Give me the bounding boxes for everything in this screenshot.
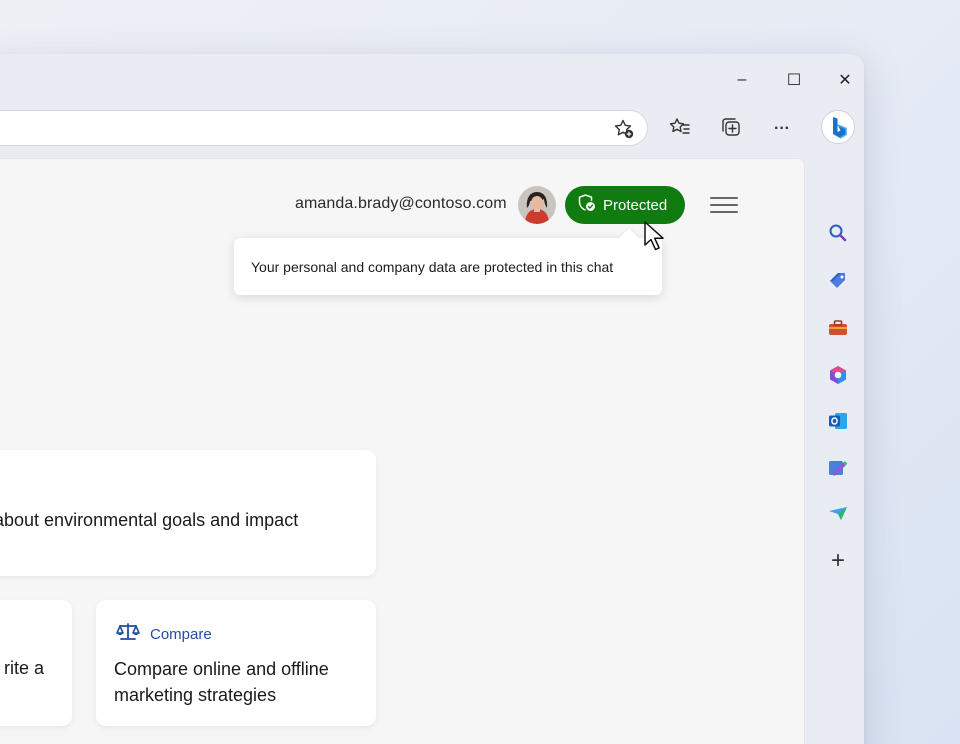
edge-sidebar: + [812, 158, 864, 744]
protected-label: Protected [603, 196, 668, 214]
mouse-pointer-icon [643, 220, 667, 257]
shopping-tag-icon[interactable] [825, 268, 851, 294]
favorites-button[interactable] [665, 114, 695, 144]
suggestion-text: s about environmental goals and impact [0, 510, 299, 530]
close-button[interactable]: ✕ [831, 68, 859, 92]
card-category: Compare [116, 622, 212, 646]
drop-icon[interactable] [825, 455, 851, 481]
suggestion-text: Compare online and offline marketing str… [114, 659, 329, 705]
send-icon[interactable] [825, 501, 851, 527]
maximize-icon: ☐ [786, 72, 802, 89]
scale-icon [116, 622, 140, 646]
suggestion-card[interactable]: s about environmental goals and impact [0, 450, 376, 576]
collections-button[interactable] [716, 114, 746, 144]
search-icon[interactable] [825, 220, 851, 246]
bing-copilot-icon [820, 109, 856, 150]
suggestion-card[interactable]: rite a [0, 600, 72, 726]
avatar[interactable] [518, 186, 556, 224]
shield-check-icon [577, 193, 597, 217]
card-category-label: Compare [150, 625, 212, 643]
tools-icon[interactable] [825, 315, 851, 341]
collections-icon [720, 116, 742, 143]
add-favorite-icon[interactable] [613, 118, 635, 145]
protected-badge[interactable]: Protected [565, 186, 685, 224]
menu-line [710, 211, 738, 213]
minimize-button[interactable]: – [728, 68, 756, 92]
menu-line [710, 197, 738, 199]
hamburger-menu-button[interactable] [710, 192, 738, 218]
microsoft-365-icon[interactable] [825, 362, 851, 388]
menu-line [710, 204, 738, 206]
outlook-icon[interactable] [825, 408, 851, 434]
suggestion-card-compare[interactable]: Compare Compare online and offline marke… [96, 600, 376, 726]
minimize-icon: – [737, 71, 747, 88]
maximize-button[interactable]: ☐ [780, 68, 808, 92]
add-icon[interactable]: + [825, 547, 851, 574]
favorites-icon [669, 116, 691, 143]
tooltip-text: Your personal and company data are prote… [251, 258, 614, 275]
close-icon: ✕ [838, 72, 852, 89]
address-bar[interactable] [0, 110, 648, 146]
account-email: amanda.brady@contoso.com [295, 195, 507, 212]
protection-tooltip: Your personal and company data are prote… [234, 238, 662, 295]
more-icon: ··· [774, 120, 790, 137]
suggestion-text: rite a [3, 658, 44, 678]
more-button[interactable]: ··· [767, 114, 797, 144]
bing-copilot-button[interactable] [820, 109, 856, 150]
